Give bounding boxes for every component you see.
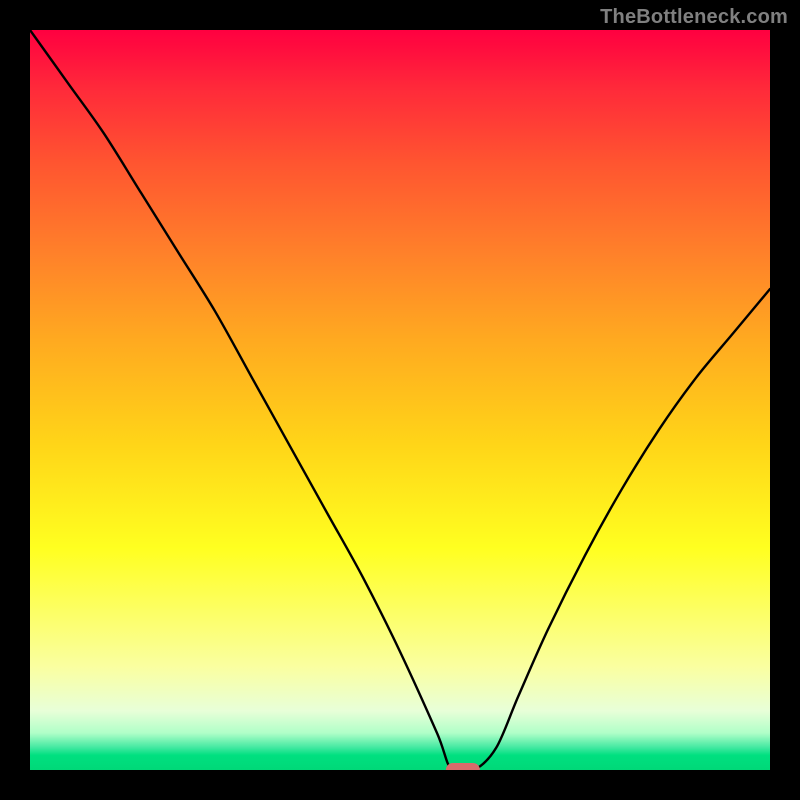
chart-frame: TheBottleneck.com [0, 0, 800, 800]
curve-layer [30, 30, 770, 770]
bottleneck-curve [30, 30, 770, 770]
watermark-text: TheBottleneck.com [600, 6, 788, 29]
optimum-marker [446, 763, 480, 770]
plot-area [30, 30, 770, 770]
